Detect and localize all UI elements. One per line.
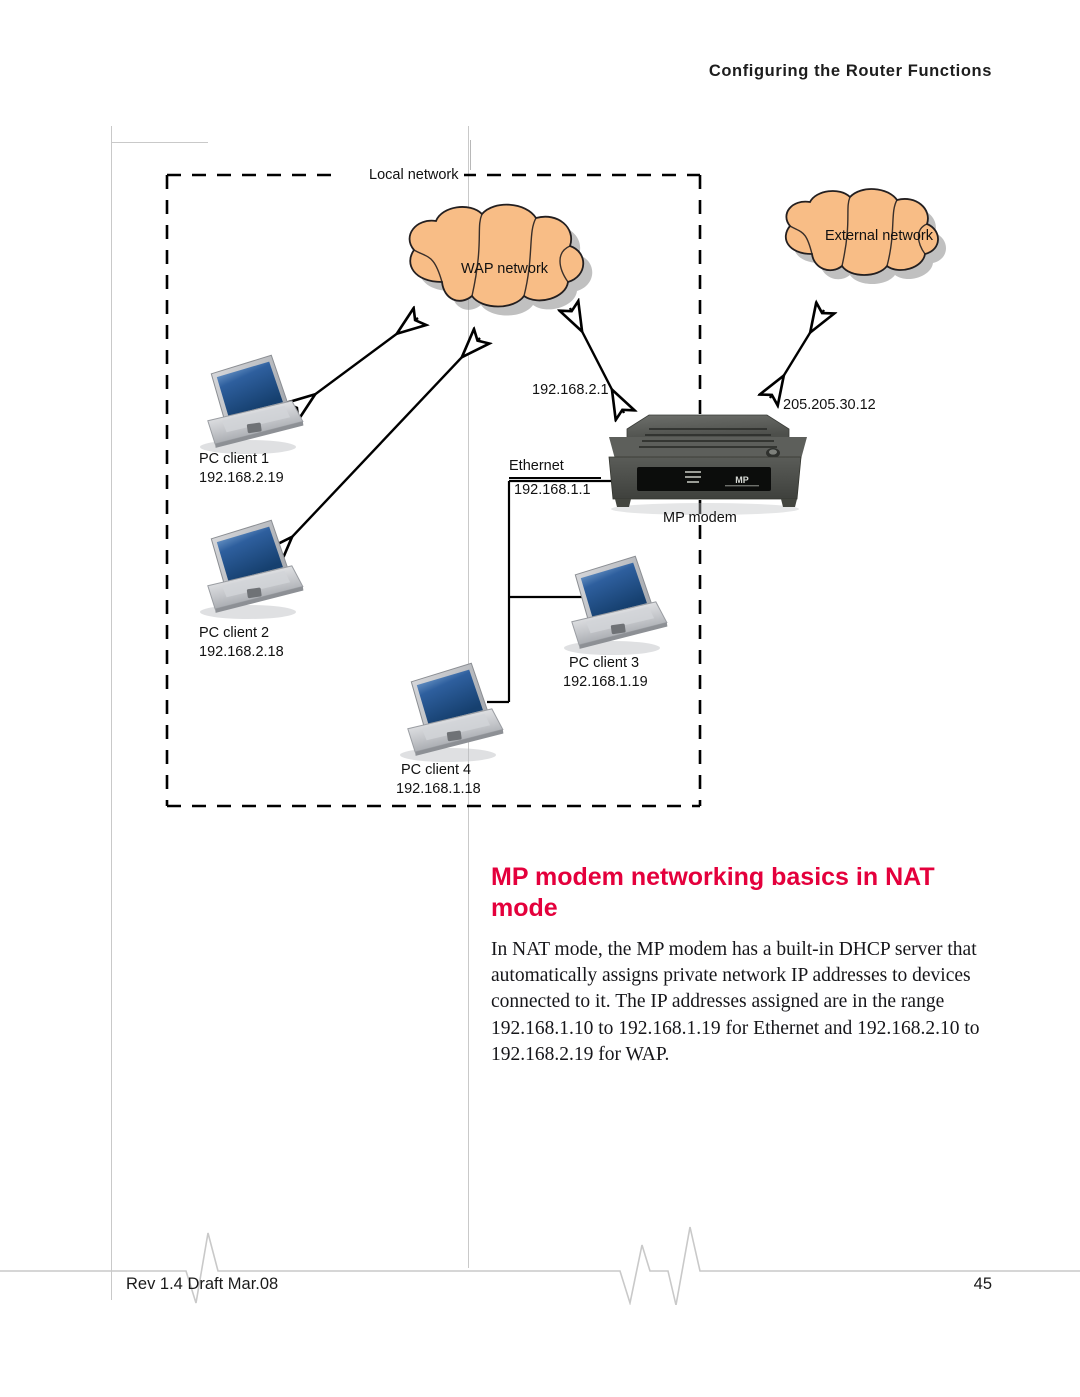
decorative-left-vertical-rule [111,126,112,1300]
pc-client-1-name: PC client 1 [199,451,270,467]
local-network-label: Local network [363,166,465,185]
laptop-pc-client-3 [564,555,668,655]
pc-client-2-name: PC client 2 [199,625,270,641]
wap-network-label: WAP network [461,261,549,277]
arrow-modem-to-external [770,310,824,398]
pc-client-4-ip: 192.168.1.18 [396,781,481,797]
external-network-label: External network [825,228,933,244]
footer-page-number: 45 [973,1275,992,1293]
section-paragraph: In NAT mode, the MP modem has a built-in… [491,938,980,1066]
mp-modem-device: MP [608,414,807,515]
pc-client-2-ip: 192.168.2.18 [199,644,284,660]
ethernet-label: Ethernet [509,458,564,474]
pc-client-4-name: PC client 4 [401,762,472,778]
running-header-title: Configuring the Router Functions [708,62,992,80]
pc-client-3-name: PC client 3 [569,655,640,671]
network-diagram: MP [0,0,1080,840]
local-network-boundary [165,173,702,808]
mp-modem-label: MP modem [663,510,737,526]
decorative-middle-stub-rule [470,140,471,170]
modem-external-ip-label: 205.205.30.12 [783,397,876,413]
laptop-pc-client-2 [200,519,304,619]
ethernet-ip-label: 192.168.1.1 [514,482,591,498]
laptop-pc-client-4 [400,662,504,762]
decorative-top-bracket-rule [111,142,208,143]
arrow-pc1-to-wap [294,318,418,410]
pc-client-3-ip: 192.168.1.19 [563,674,648,690]
footer-revision: Rev 1.4 Draft Mar.08 [126,1275,279,1293]
section-heading: MP modem networking basics in NAT mode [491,862,935,922]
decorative-middle-vertical-rule [468,126,469,1268]
pc-client-1-ip: 192.168.2.19 [199,470,284,486]
modem-wap-ip-label: 192.168.2.1 [532,382,609,398]
svg-text:MP: MP [735,475,749,485]
arrow-pc2-to-wap [274,338,480,556]
laptop-pc-client-1 [200,354,304,454]
